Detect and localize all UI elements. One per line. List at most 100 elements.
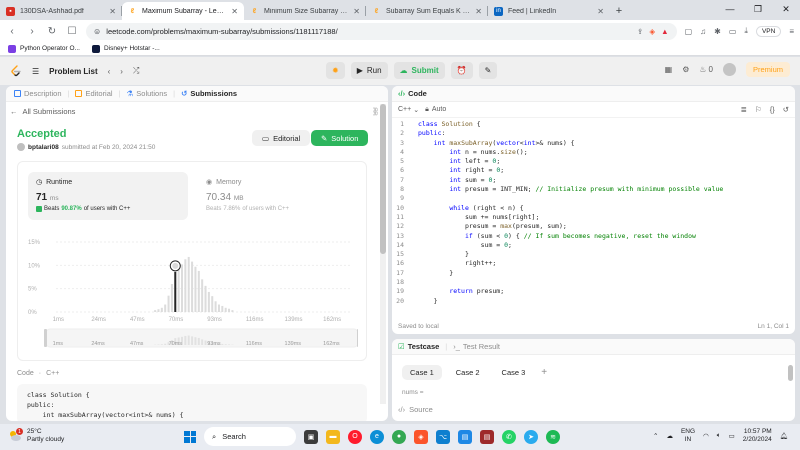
notes-button[interactable]: ✎ bbox=[478, 62, 498, 79]
spotify-icon[interactable]: ≋ bbox=[546, 429, 560, 444]
chevron-up-icon[interactable]: ⌃ bbox=[653, 432, 658, 440]
music-icon[interactable]: ♫ bbox=[700, 27, 706, 36]
share-icon[interactable]: ⇪ bbox=[637, 27, 643, 36]
code-line[interactable]: 8 int presum = INT_MIN; // Initialize pr… bbox=[392, 185, 795, 194]
pdf-reader-icon[interactable]: ▤ bbox=[480, 429, 494, 444]
runtime-box[interactable]: ◷ Runtime 71 ms Beats 90.87% of users wi… bbox=[28, 172, 188, 220]
code-line[interactable]: 3 int maxSubArray(vector<int>& nums) { bbox=[392, 139, 795, 148]
source-toggle[interactable]: ‹/› Source bbox=[398, 405, 433, 414]
reload-icon[interactable]: ↻ bbox=[46, 26, 58, 37]
close-icon[interactable]: ✕ bbox=[597, 7, 604, 16]
close-window-icon[interactable]: ✕ bbox=[772, 0, 800, 18]
wifi-icon[interactable]: ◠ bbox=[703, 432, 709, 440]
left-panel-scrollbar[interactable] bbox=[380, 104, 386, 404]
editorial-button[interactable]: ▭ Editorial bbox=[252, 130, 311, 146]
browser-tab-subarray-sum[interactable]: ℓ Subarray Sum Equals K - LeetCode ✕ bbox=[366, 2, 488, 20]
testcase-scrollbar[interactable] bbox=[788, 365, 793, 381]
browser-tab-minimum-size-subarray[interactable]: ℓ Minimum Size Subarray Sum - Leet ✕ bbox=[244, 2, 366, 20]
user-avatar[interactable] bbox=[722, 63, 736, 76]
problem-list-link[interactable]: Problem List bbox=[49, 67, 97, 76]
format-icon[interactable]: ≣ bbox=[741, 105, 747, 114]
close-icon[interactable]: ✕ bbox=[231, 7, 238, 16]
new-tab-button[interactable]: + bbox=[610, 2, 628, 20]
downloads-icon[interactable]: ⤓ bbox=[744, 26, 748, 36]
all-submissions-link[interactable]: ← All Submissions bbox=[10, 107, 75, 116]
layout-icon[interactable]: ▦ bbox=[665, 65, 673, 74]
copy-link-icon[interactable]: ⛓ bbox=[372, 107, 378, 116]
notifications-icon[interactable]: 🔔︎ bbox=[780, 432, 788, 440]
memory-box[interactable]: ◉ Memory 70.34 MB Beats 7.86% of users w… bbox=[198, 172, 358, 220]
submit-button[interactable]: ☁ Submit bbox=[393, 62, 445, 79]
case-tab-3[interactable]: Case 3 bbox=[494, 365, 534, 380]
bookmark-icon[interactable]: ⚐ bbox=[755, 105, 762, 114]
browser-tab-pdf[interactable]: ▪ 130DSA-Ashhad.pdf ✕ bbox=[0, 2, 122, 20]
tab-submissions[interactable]: ↺ Submissions bbox=[181, 89, 237, 98]
code-line[interactable]: 5 int left = 0; bbox=[392, 157, 795, 166]
list-icon[interactable]: ☰ bbox=[32, 67, 39, 76]
case-tab-1[interactable]: Case 1 bbox=[402, 365, 442, 380]
runtime-distribution-chart[interactable]: 15% 10% 5% 0% 1ms 24ms 47ms 70ms 93ms 116ms 139ms 1… bbox=[28, 234, 358, 354]
leetcode-logo-icon[interactable] bbox=[10, 65, 22, 77]
minimize-icon[interactable]: — bbox=[716, 0, 744, 18]
code-line[interactable]: 4 int n = nums.size(); bbox=[392, 148, 795, 157]
opera-icon[interactable]: O bbox=[348, 429, 362, 444]
code-line[interactable]: 14 sum = 0; bbox=[392, 241, 795, 250]
run-button[interactable]: ▶ Run bbox=[350, 62, 388, 79]
code-line[interactable]: 20 } bbox=[392, 297, 795, 306]
timer-button[interactable]: ⏰ bbox=[450, 62, 473, 79]
taskbar-search[interactable]: ⌕ Search bbox=[204, 427, 296, 446]
site-info-icon[interactable]: ⊜ bbox=[94, 27, 100, 36]
code-line[interactable]: 1 class Solution { bbox=[392, 120, 795, 129]
bookmark-icon[interactable]: ☐ bbox=[66, 26, 78, 37]
sidebar-icon[interactable]: ▭ bbox=[729, 27, 737, 36]
tab-editorial[interactable]: Editorial bbox=[75, 89, 113, 98]
cloud-icon[interactable]: ☁ bbox=[666, 432, 673, 440]
store-icon[interactable]: ▤ bbox=[458, 429, 472, 444]
windows-start-icon[interactable] bbox=[184, 430, 196, 443]
clock[interactable]: 10:57 PM 2/20/2024 bbox=[743, 428, 772, 444]
vpn-button[interactable]: VPN bbox=[755, 25, 782, 37]
prev-problem-icon[interactable]: ‹ bbox=[108, 67, 111, 76]
code-line[interactable]: 18 bbox=[392, 278, 795, 287]
solution-button[interactable]: ✎ Solution bbox=[311, 130, 369, 146]
next-problem-icon[interactable]: › bbox=[120, 67, 123, 76]
telegram-icon[interactable]: ➤ bbox=[524, 429, 538, 444]
auto-mode-toggle[interactable]: 🔒︎ Auto bbox=[425, 106, 446, 114]
streak-counter[interactable]: ♨ 0 bbox=[699, 65, 713, 74]
close-icon[interactable]: ✕ bbox=[109, 7, 116, 16]
tab-test-result[interactable]: ›_ Test Result bbox=[453, 342, 500, 351]
browser-tab-linkedin[interactable]: in Feed | LinkedIn ✕ bbox=[488, 2, 610, 20]
code-line[interactable]: 7 int sum = 0; bbox=[392, 176, 795, 185]
scrollbar-thumb[interactable] bbox=[380, 104, 386, 254]
file-explorer-icon[interactable]: ▬ bbox=[326, 429, 340, 444]
task-view-icon[interactable]: ▣ bbox=[304, 429, 318, 444]
code-line[interactable]: 2 public: bbox=[392, 129, 795, 138]
debug-button[interactable]: ✹ bbox=[326, 62, 345, 79]
chrome-icon[interactable]: ● bbox=[392, 429, 406, 444]
menu-icon[interactable]: ≡ bbox=[789, 27, 794, 36]
bookmark-python-operator[interactable]: Python Operator O... bbox=[8, 44, 80, 53]
code-line[interactable]: 12 presum = max(presum, sum); bbox=[392, 222, 795, 231]
submitter-username[interactable]: bptalari08 bbox=[28, 144, 59, 151]
tab-testcase[interactable]: ☑ Testcase bbox=[398, 342, 439, 351]
code-line[interactable]: 11 sum += nums[right]; bbox=[392, 213, 795, 222]
code-line[interactable]: 19 return presum; bbox=[392, 287, 795, 296]
close-icon[interactable]: ✕ bbox=[353, 7, 360, 16]
language-select[interactable]: C++ ⌄ bbox=[398, 106, 419, 114]
reading-list-icon[interactable]: ▢ bbox=[685, 27, 693, 36]
add-case-icon[interactable]: + bbox=[541, 367, 547, 378]
forward-arrow-icon[interactable]: › bbox=[26, 26, 38, 37]
premium-button[interactable]: Premium bbox=[745, 62, 790, 77]
code-line[interactable]: 13 if (sum < 0) { // If sum becomes nega… bbox=[392, 232, 795, 241]
vscode-icon[interactable]: ⌥ bbox=[436, 429, 450, 444]
code-line[interactable]: 16 right++; bbox=[392, 259, 795, 268]
tab-description[interactable]: Description bbox=[14, 89, 62, 98]
whatsapp-icon[interactable]: ✆ bbox=[502, 429, 516, 444]
braces-icon[interactable]: {} bbox=[770, 105, 775, 114]
settings-gear-icon[interactable]: ⚙ bbox=[682, 65, 689, 74]
submitted-code-preview[interactable]: class Solution { public: int maxSubArray… bbox=[17, 384, 367, 421]
code-line[interactable]: 17 } bbox=[392, 269, 795, 278]
code-line[interactable]: 10 while (right < n) { bbox=[392, 204, 795, 213]
battery-icon[interactable]: ▭ bbox=[729, 432, 735, 440]
brave-icon[interactable]: ◈ bbox=[414, 429, 428, 444]
